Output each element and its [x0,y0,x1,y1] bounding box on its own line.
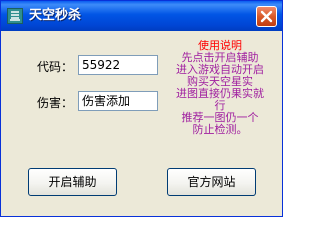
official-website-button[interactable]: 官方网站 [167,168,256,196]
main-window: 天空秒杀 代码： 55922 伤害： 伤害添加 使用说明 先点击开启辅助 进入游… [0,0,283,217]
damage-input[interactable]: 伤害添加 [78,91,158,111]
start-assist-button[interactable]: 开启辅助 [28,168,117,196]
instructions-line: 防止检测。 [192,123,248,136]
instructions-text: 使用说明 先点击开启辅助 进入游戏自动开启 购买天空星实 进图直接仍果实就 行 … [165,40,275,136]
close-icon [260,10,273,23]
close-button[interactable] [256,6,277,27]
damage-label: 伤害： [37,96,74,110]
code-input[interactable]: 55922 [78,55,158,75]
code-label: 代码： [37,60,74,74]
title-bar[interactable]: 天空秒杀 [1,1,282,31]
window-title: 天空秒杀 [29,8,82,23]
app-icon [7,8,23,24]
